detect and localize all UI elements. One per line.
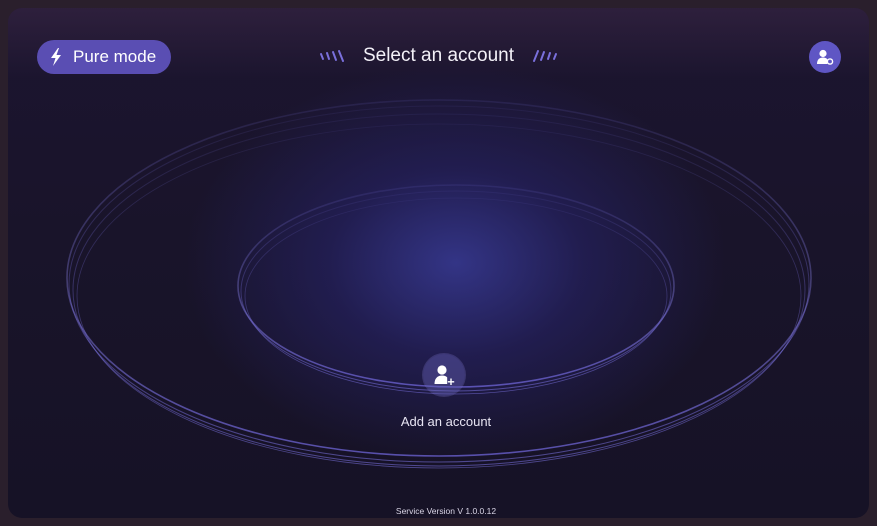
stripes-left-icon	[319, 49, 344, 62]
account-settings-icon	[817, 49, 834, 65]
add-account-label[interactable]: Add an account	[8, 414, 869, 429]
stripes-right-icon	[533, 49, 558, 62]
page-title-bar: Select an account	[8, 44, 869, 68]
service-version: Service Version V 1.0.0.12	[395, 506, 497, 516]
add-account-button[interactable]	[423, 354, 465, 396]
decorative-rings	[66, 99, 812, 469]
account-settings-button[interactable]	[809, 41, 841, 73]
page-title: Select an account	[362, 45, 515, 66]
add-user-icon	[434, 365, 455, 385]
app-window: Pure mode Select an account Add an accou…	[8, 8, 869, 518]
